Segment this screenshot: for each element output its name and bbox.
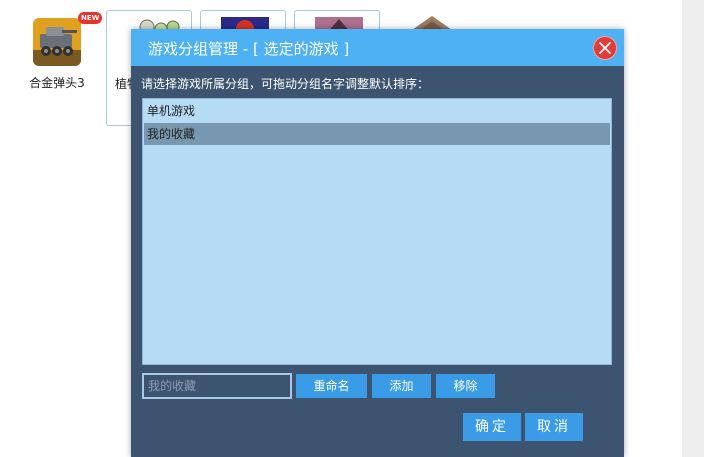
remove-button[interactable]: 移除 xyxy=(436,374,495,398)
group-item-favorites[interactable]: 我的收藏 xyxy=(144,123,610,145)
rename-button[interactable]: 重命名 xyxy=(296,374,367,398)
group-list[interactable]: 单机游戏 我的收藏 xyxy=(142,98,612,365)
close-button[interactable] xyxy=(593,36,617,60)
close-icon xyxy=(599,42,611,54)
cancel-button[interactable]: 取消 xyxy=(525,413,583,441)
dialog-instruction: 请选择游戏所属分组，可拖动分组名字调整默认排序： xyxy=(141,77,430,91)
game-label: 合金弹头3 xyxy=(29,76,85,90)
dialog-title: 游戏分组管理 - [ 选定的游戏 ] xyxy=(148,40,350,58)
add-button[interactable]: 添加 xyxy=(372,374,431,398)
game-icon-metal-slug xyxy=(33,18,81,66)
dialog-header: 游戏分组管理 - [ 选定的游戏 ] xyxy=(131,29,624,66)
confirm-button[interactable]: 确定 xyxy=(463,413,521,441)
group-manager-dialog: 游戏分组管理 - [ 选定的游戏 ] 请选择游戏所属分组，可拖动分组名字调整默认… xyxy=(131,29,624,457)
new-badge: NEW xyxy=(78,12,103,24)
right-scroll-strip xyxy=(682,0,704,457)
group-name-input[interactable] xyxy=(142,373,292,399)
group-item-single-player[interactable]: 单机游戏 xyxy=(144,100,610,122)
game-item-metal-slug[interactable]: NEW 合金弹头3 xyxy=(24,12,103,102)
game-icon-5 xyxy=(412,16,452,30)
